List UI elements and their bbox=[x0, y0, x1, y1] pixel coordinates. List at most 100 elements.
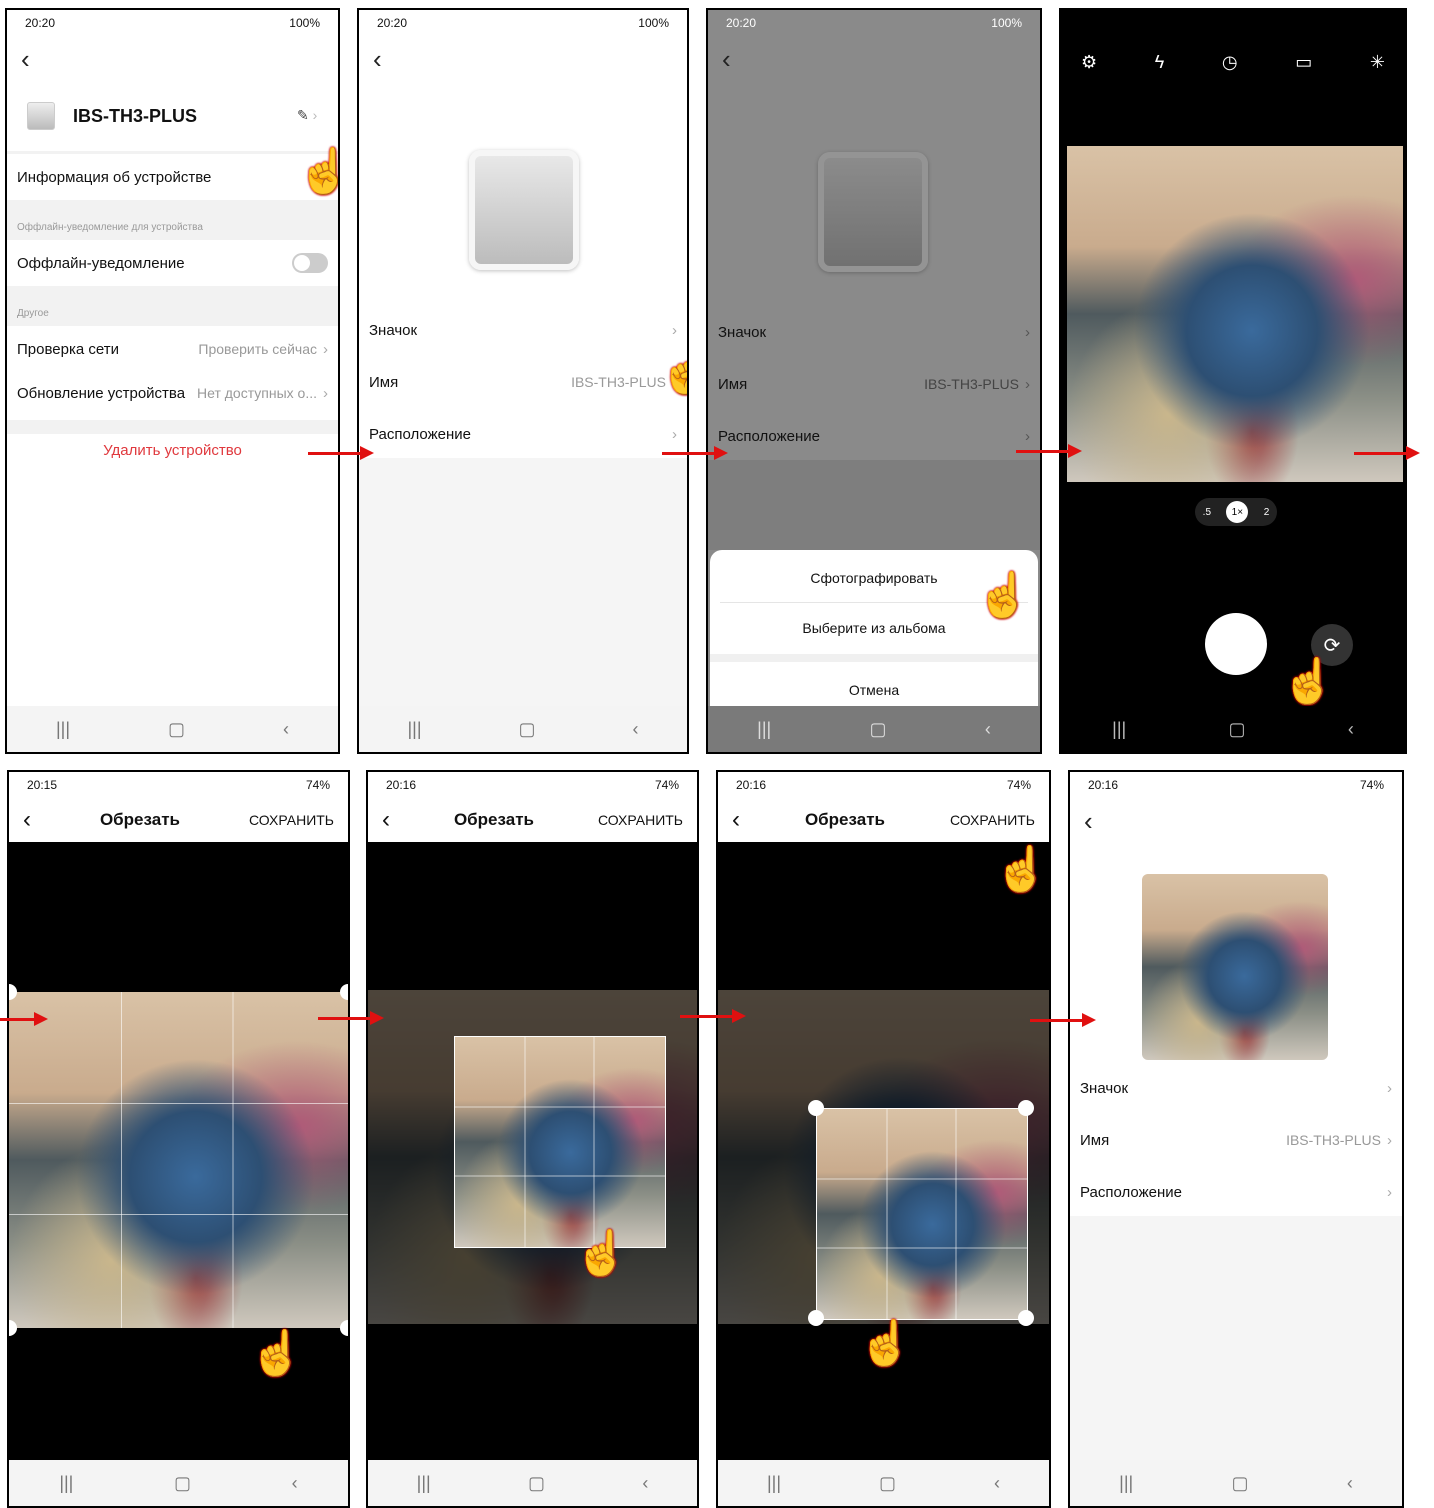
battery-level: 100% bbox=[991, 16, 1022, 30]
home-button[interactable]: ▢ bbox=[879, 1473, 896, 1494]
back-arrow-icon[interactable]: ‹ bbox=[1084, 808, 1093, 834]
location-row[interactable]: Расположение › bbox=[359, 416, 687, 452]
back-arrow-icon[interactable]: ‹ bbox=[373, 46, 382, 72]
crop-handle-bl[interactable] bbox=[9, 1320, 17, 1336]
home-button[interactable]: ▢ bbox=[168, 719, 185, 740]
nav-back-button[interactable]: ‹ bbox=[292, 1473, 298, 1494]
screen-crop-final: 20:16 74% ‹ Обрезать СОХРАНИТЬ ☝ ☝ ||| ▢ ‹ bbox=[716, 770, 1051, 1508]
settings-gear-icon[interactable]: ⚙ bbox=[1081, 52, 1097, 73]
recent-apps-button[interactable]: ||| bbox=[757, 719, 771, 740]
back-arrow-icon[interactable]: ‹ bbox=[23, 806, 31, 834]
nav-back-button[interactable]: ‹ bbox=[283, 719, 289, 740]
battery-level: 74% bbox=[654, 778, 679, 792]
nav-back-button[interactable]: ‹ bbox=[1347, 1473, 1353, 1494]
red-arrow-icon bbox=[1354, 446, 1420, 460]
nav-back-button[interactable]: ‹ bbox=[985, 719, 991, 740]
flash-off-icon[interactable]: ϟ bbox=[1155, 52, 1165, 73]
camera-preview bbox=[1067, 146, 1403, 482]
system-nav-bar: ||| ▢ ‹ bbox=[359, 706, 687, 752]
save-button[interactable]: СОХРАНИТЬ bbox=[598, 812, 683, 828]
recent-apps-button[interactable]: ||| bbox=[1119, 1473, 1133, 1494]
back-arrow-icon[interactable]: ‹ bbox=[722, 46, 731, 72]
crop-title: Обрезать bbox=[804, 810, 885, 829]
name-row[interactable]: Имя IBS-TH3-PLUS › bbox=[1070, 1122, 1402, 1158]
crop-handle-tr[interactable] bbox=[1018, 1100, 1034, 1116]
crop-handle-bl[interactable] bbox=[808, 1310, 824, 1326]
nav-back-button[interactable]: ‹ bbox=[642, 1473, 648, 1494]
home-button[interactable]: ▢ bbox=[528, 1473, 545, 1494]
pointing-hand-icon: ☝ bbox=[994, 845, 1049, 894]
location-row: Расположение › bbox=[718, 427, 1030, 445]
crop-handle-br[interactable] bbox=[1018, 1310, 1034, 1326]
zoom-1x[interactable]: 1× bbox=[1226, 501, 1249, 523]
crop-title: Обрезать bbox=[453, 810, 534, 829]
pointing-hand-icon: ☝ bbox=[858, 1319, 913, 1368]
home-button[interactable]: ▢ bbox=[1229, 719, 1246, 740]
name-row: Имя IBS-TH3-PLUS › bbox=[718, 375, 1030, 393]
system-nav-bar: ||| ▢ ‹ bbox=[718, 1460, 1049, 1506]
red-arrow-icon bbox=[680, 1009, 746, 1023]
zoom-selector[interactable]: .5 1× 2 bbox=[1195, 498, 1277, 526]
status-bar: 20:16 74% bbox=[718, 772, 1049, 798]
back-arrow-icon[interactable]: ‹ bbox=[21, 46, 30, 72]
crop-selection[interactable] bbox=[816, 1108, 1028, 1320]
pointing-hand-icon: ☝ bbox=[1281, 657, 1336, 706]
back-arrow-icon[interactable]: ‹ bbox=[382, 806, 390, 834]
crop-handle-tr[interactable] bbox=[340, 984, 348, 1000]
recent-apps-button[interactable]: ||| bbox=[59, 1473, 73, 1494]
red-arrow-icon bbox=[318, 1011, 384, 1025]
recent-apps-button[interactable]: ||| bbox=[417, 1473, 431, 1494]
battery-level: 74% bbox=[1006, 778, 1031, 792]
offline-toggle[interactable] bbox=[292, 253, 328, 273]
save-button[interactable]: СОХРАНИТЬ bbox=[950, 812, 1035, 828]
cancel-option[interactable]: Отмена bbox=[710, 682, 1038, 698]
home-button[interactable]: ▢ bbox=[1232, 1473, 1249, 1494]
recent-apps-button[interactable]: ||| bbox=[56, 719, 70, 740]
edit-pencil-icon[interactable]: ✎ › bbox=[297, 107, 317, 124]
system-nav-bar: ||| ▢ ‹ bbox=[1070, 1460, 1402, 1506]
status-bar: 20:20 100% bbox=[25, 16, 320, 30]
effects-sparkle-icon[interactable]: ✳ bbox=[1370, 52, 1385, 73]
icon-row[interactable]: Значок › bbox=[359, 312, 687, 348]
crop-handle-tl[interactable] bbox=[808, 1100, 824, 1116]
device-update-row[interactable]: Обновление устройства Нет доступных о... › bbox=[7, 376, 338, 410]
home-button[interactable]: ▢ bbox=[519, 719, 536, 740]
network-check-row[interactable]: Проверка сети Проверить сейчас › bbox=[7, 332, 338, 366]
screen-photo-sheet: 20:20 100% ‹ Значок › Имя IBS-TH3-PLUS › Рас… bbox=[706, 8, 1042, 754]
location-row[interactable]: Расположение › bbox=[1070, 1174, 1402, 1210]
timer-icon[interactable]: ◷ bbox=[1222, 52, 1238, 73]
zoom-2[interactable]: 2 bbox=[1264, 507, 1270, 518]
pointing-hand-icon: ☝ bbox=[659, 350, 687, 394]
nav-back-button[interactable]: ‹ bbox=[633, 719, 639, 740]
zoom-05[interactable]: .5 bbox=[1203, 507, 1211, 518]
device-image[interactable] bbox=[469, 150, 579, 270]
back-arrow-icon[interactable]: ‹ bbox=[732, 806, 740, 834]
recent-apps-button[interactable]: ||| bbox=[1112, 719, 1126, 740]
system-nav-bar: ||| ▢ ‹ bbox=[708, 706, 1040, 752]
battery-level: 74% bbox=[1359, 778, 1384, 792]
choose-album-option[interactable]: Выберите из альбома bbox=[710, 620, 1038, 636]
aspect-ratio-icon[interactable]: ▭ bbox=[1295, 52, 1312, 73]
device-info-row[interactable]: Информация об устройстве bbox=[7, 160, 338, 194]
name-row[interactable]: Имя IBS-TH3-PLUS › bbox=[359, 364, 687, 400]
home-button[interactable]: ▢ bbox=[870, 719, 887, 740]
nav-back-button[interactable]: ‹ bbox=[1348, 719, 1354, 740]
offline-notification-row: Оффлайн-уведомление bbox=[7, 246, 338, 280]
delete-device-button[interactable]: Удалить устройство bbox=[7, 442, 338, 459]
system-nav-bar: ||| ▢ ‹ bbox=[7, 706, 338, 752]
recent-apps-button[interactable]: ||| bbox=[767, 1473, 781, 1494]
crop-handle-br[interactable] bbox=[340, 1320, 348, 1336]
save-button[interactable]: СОХРАНИТЬ bbox=[249, 812, 334, 828]
system-nav-bar: ||| ▢ ‹ bbox=[368, 1460, 697, 1506]
home-button[interactable]: ▢ bbox=[174, 1473, 191, 1494]
icon-row[interactable]: Значок › bbox=[1070, 1070, 1402, 1106]
device-image-new[interactable] bbox=[1142, 874, 1328, 1060]
crop-selection[interactable] bbox=[454, 1036, 666, 1248]
shutter-button[interactable] bbox=[1205, 613, 1267, 675]
status-bar: 20:20 100% bbox=[726, 16, 1022, 30]
battery-level: 100% bbox=[289, 16, 320, 30]
status-bar: 20:15 74% bbox=[9, 772, 348, 798]
nav-back-button[interactable]: ‹ bbox=[994, 1473, 1000, 1494]
screen-device-edit-result: 20:16 74% ‹ Значок › Имя IBS-TH3-PLUS › Расп… bbox=[1068, 770, 1404, 1508]
recent-apps-button[interactable]: ||| bbox=[407, 719, 421, 740]
